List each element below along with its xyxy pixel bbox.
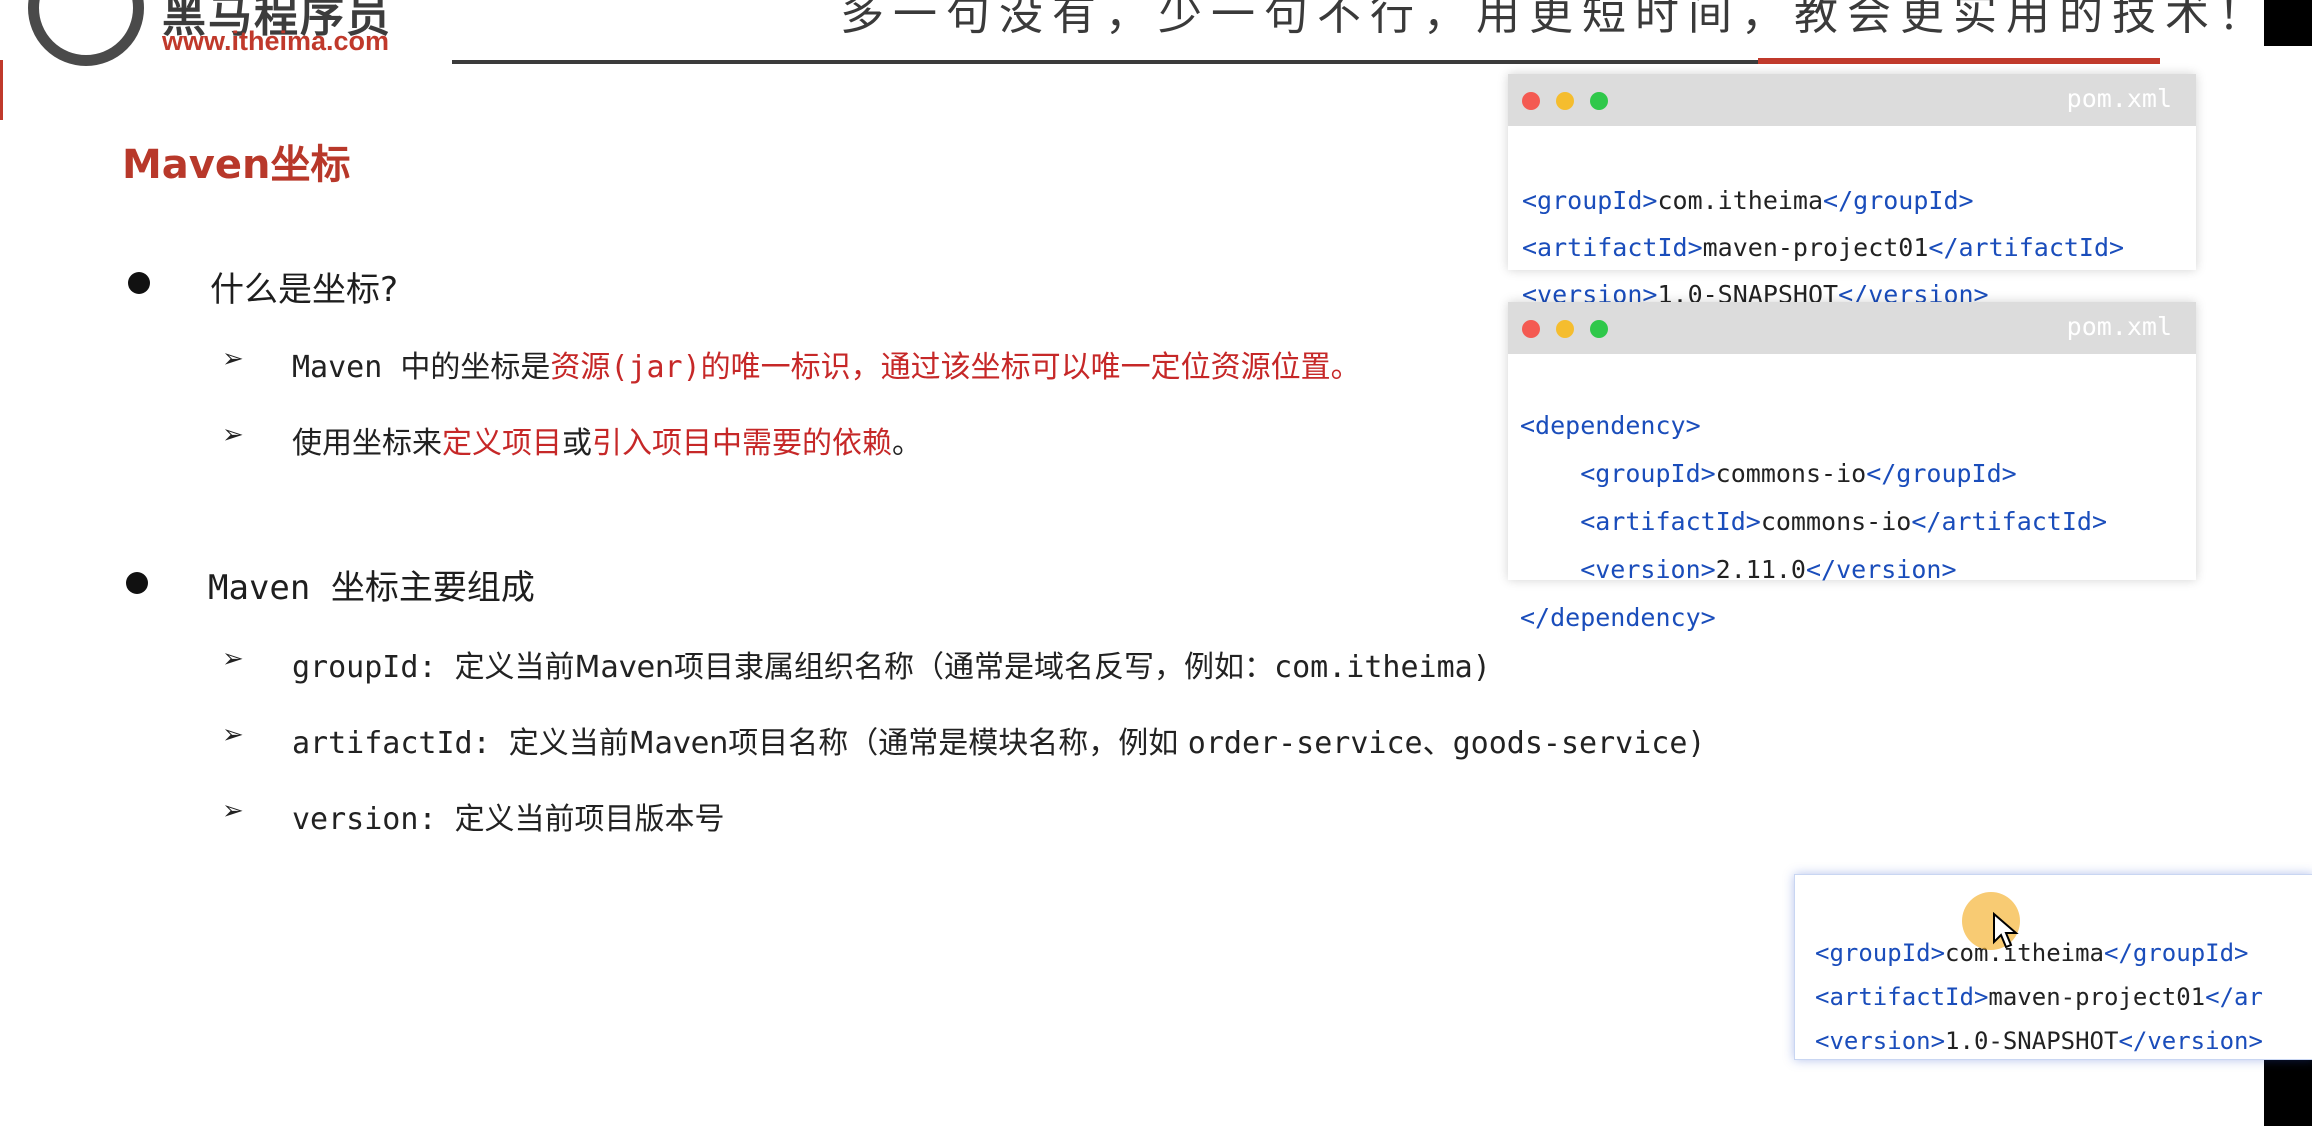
code-line: <artifactId>maven-project01</artifactId> [1522, 233, 2125, 262]
code-line: <groupId>commons-io</groupId> [1520, 459, 2017, 488]
zoomed-code-snippet: <groupId>com.itheima</groupId> <artifactI… [1794, 874, 2312, 1060]
left-accent-bar [0, 60, 3, 120]
header-accent-bar [1758, 58, 2160, 64]
definition-highlight: 资源(jar)的唯一标识，通过该坐标可以唯一定位资源位置。 [550, 350, 1361, 385]
usage-highlight-import: 引入项目中需要的依赖 [592, 426, 892, 461]
close-dot-icon [1522, 92, 1540, 110]
version-key: version [292, 802, 419, 837]
arrow-bullet-icon: ➢ [222, 344, 244, 374]
maximize-dot-icon [1590, 320, 1608, 338]
slogan: 多一句没有，少一句不行，用更短时间，教会更实用的技术！ [840, 0, 2271, 40]
code-line: <artifactId>commons-io</artifactId> [1520, 507, 2108, 536]
pom-code-card-project: pom.xml <groupId>com.itheima</groupId> <a… [1508, 74, 2196, 309]
arrow-bullet-icon: ➢ [222, 796, 244, 826]
page-title: Maven坐标 [122, 142, 351, 188]
code-line: <dependency> [1520, 411, 1701, 440]
coordinate-definition-line: Maven 中的坐标是资源(jar)的唯一标识，通过该坐标可以唯一定位资源位置。 [292, 342, 1361, 386]
groupid-line: groupId: 定义当前Maven项目隶属组织名称（通常是域名反写，例如：co… [292, 642, 1491, 686]
groupid-desc: 定义当前Maven项目隶属组织名称（通常是域名反写，例如： [454, 650, 1275, 685]
coordinate-usage-line: 使用坐标来定义项目或引入项目中需要的依赖。 [292, 418, 922, 462]
minimize-dot-icon [1556, 320, 1574, 338]
header-divider [452, 60, 1758, 64]
groupid-key: groupId [292, 650, 419, 685]
usage-text: 使用坐标来 [292, 426, 442, 461]
arrow-bullet-icon: ➢ [222, 420, 244, 450]
arrow-bullet-icon: ➢ [222, 644, 244, 674]
arrow-bullet-icon: ➢ [222, 720, 244, 750]
bullet-dot [128, 272, 150, 294]
brand-logo-circle [28, 0, 144, 66]
maximize-dot-icon [1590, 92, 1608, 110]
code-line: <version>1.0-SNAPSHOT</version> [1815, 1027, 2263, 1055]
code-line: <groupId>com.itheima</groupId> [1815, 939, 2249, 967]
colon: : [418, 650, 455, 685]
code-block: <groupId>com.itheima</groupId> <artifactI… [1795, 875, 2312, 1059]
colon: : [472, 726, 509, 761]
brand-url: www.itheima.com [162, 26, 390, 56]
colon: : [418, 802, 455, 837]
window-title-bar: pom.xml [1508, 302, 2196, 354]
card-filename: pom.xml [2066, 312, 2172, 341]
window-title-bar: pom.xml [1508, 74, 2196, 126]
artifactid-desc: 定义当前Maven项目名称（通常是模块名称，例如 [508, 726, 1188, 761]
version-desc: 定义当前项目版本号 [454, 802, 725, 837]
pom-code-card-dependency: pom.xml <dependency> <groupId>commons-io… [1508, 302, 2196, 632]
code-block: <dependency> <groupId>commons-io</groupI… [1508, 354, 2196, 738]
close-dot-icon [1522, 320, 1540, 338]
mouse-pointer-icon [1993, 912, 2019, 949]
code-line: <version>2.11.0</version> [1520, 555, 1957, 584]
artifactid-key: artifactId [292, 726, 473, 761]
usage-highlight-define: 定义项目 [442, 426, 562, 461]
usage-text-end: 。 [892, 426, 922, 461]
code-line: <groupId>com.itheima</groupId> [1522, 186, 1974, 215]
bullet-dot [126, 572, 148, 594]
usage-text-or: 或 [562, 426, 592, 461]
section-heading-what-is-coordinate: 什么是坐标? [210, 270, 399, 310]
version-line: version: 定义当前项目版本号 [292, 794, 725, 838]
minimize-dot-icon [1556, 92, 1574, 110]
code-line: <artifactId>maven-project01</ar [1815, 983, 2263, 1011]
definition-text: Maven 中的坐标是 [292, 350, 551, 385]
groupid-example: com.itheima) [1274, 650, 1491, 685]
artifactid-line: artifactId: 定义当前Maven项目名称（通常是模块名称，例如 ord… [292, 718, 1705, 762]
code-line: </dependency> [1520, 603, 1716, 632]
section-heading-components: Maven 坐标主要组成 [208, 568, 535, 608]
card-filename: pom.xml [2066, 84, 2172, 113]
